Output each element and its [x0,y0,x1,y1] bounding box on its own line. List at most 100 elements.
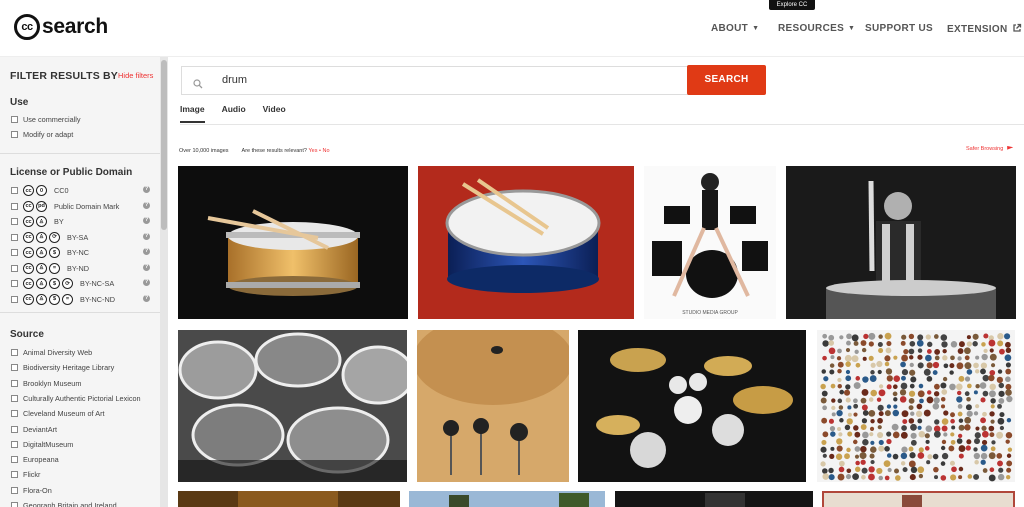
filter-license-public-domain-mark[interactable]: cc pd Public Domain Mark [11,200,120,212]
help-icon[interactable]: ? [143,217,150,224]
result-count: Over 10,000 images [179,148,229,154]
license-cc-icon: cc [23,216,34,227]
nav-extension[interactable]: EXTENSION [947,23,1022,36]
checkbox[interactable] [11,295,18,303]
search-button[interactable]: SEARCH [687,65,766,95]
filter-license-by-nd[interactable]: cc ♙ = BY-ND [11,262,90,274]
checkbox[interactable] [11,249,18,256]
stacked-drums-image [178,330,407,482]
filter-source-option[interactable]: Biodiversity Heritage Library [11,363,114,372]
checkbox[interactable] [11,131,18,138]
filter-license-cc0[interactable]: cc 0 CC0 [11,185,69,196]
nav-about[interactable]: ABOUT ▼ [711,23,759,34]
license-icons: cc 0 [23,185,49,196]
checkbox[interactable] [11,456,18,464]
relevance-yes-link[interactable]: Yes [309,148,318,154]
filter-source-option[interactable]: Geograph Britain and Ireland [11,501,117,507]
option-label: Flora-On [23,485,52,495]
safer-browsing-link[interactable]: Safer Browsing [966,146,1014,152]
help-icon[interactable]: ? [143,263,150,271]
tab-video[interactable]: Video [263,104,286,123]
option-label: BY [54,217,64,226]
filter-use-commercially[interactable]: Use commercially [11,115,81,124]
help-icon[interactable]: ? [143,279,150,286]
checkbox[interactable] [11,202,18,210]
result-image[interactable] [418,166,634,319]
filter-source-option[interactable]: DeviantArt [11,425,57,434]
checkbox[interactable] [11,425,18,433]
checkbox[interactable] [11,218,18,225]
option-label: Flickr [23,470,41,480]
result-image[interactable] [409,491,605,507]
checkbox[interactable] [11,471,18,479]
license-by-icon: ♙ [36,247,47,258]
filter-license-by-nc[interactable]: cc ♙ $ BY-NC [11,247,89,258]
option-label: BY-SA [67,232,89,242]
result-image[interactable] [615,491,813,507]
filter-source-option[interactable]: Europeana [11,455,59,464]
chevron-down-icon: ▼ [848,25,856,32]
filter-source-option[interactable]: Flickr [11,470,40,479]
result-image[interactable] [578,330,806,482]
license-icons: cc ♙ [23,216,49,227]
checkbox[interactable] [11,394,18,402]
filter-source-option[interactable]: Animal Diversity Web [11,348,92,357]
help-icon[interactable]: ? [143,248,150,255]
filter-source-option[interactable]: Culturally Authentic Pictorial Lexicon [11,394,141,403]
checkbox[interactable] [11,379,18,387]
checkbox[interactable] [11,502,18,507]
source-section-title: Source [10,329,44,340]
filter-license-by-nc-sa[interactable]: cc ♙ $ ⟳ BY-NC-SA [11,278,114,289]
filter-license-by-sa[interactable]: cc ♙ ⟳ BY-SA [11,231,89,243]
option-label: Use commercially [23,115,81,124]
nav-about-label: ABOUT [711,23,749,34]
license-nc-icon: $ [49,247,60,258]
help-icon[interactable]: ? [143,232,150,240]
cc-search-logo[interactable]: cc search [14,14,108,40]
result-image[interactable] [178,330,407,482]
help-icon[interactable]: ? [143,294,150,302]
filter-license-by[interactable]: cc ♙ BY [11,216,64,227]
filter-source-option[interactable]: Cleveland Museum of Art [11,409,105,418]
result-image[interactable] [786,166,1016,319]
nav-resources[interactable]: RESOURCES ▼ [778,23,855,34]
result-image[interactable]: STUDIO MEDIA GROUP [644,166,776,319]
result-image[interactable] [822,491,1015,507]
tab-image[interactable]: Image [180,104,205,123]
sidebar-scroll-thumb[interactable] [161,60,167,230]
filter-source-option[interactable]: Flora-On [11,486,52,495]
hide-filters-link[interactable]: Hide filters [118,71,153,80]
help-icon[interactable]: ? [143,186,150,193]
help-icon[interactable]: ? [143,201,150,209]
result-image[interactable] [178,491,400,507]
checkbox[interactable] [11,264,18,272]
license-by-icon: ♙ [36,231,47,243]
checkbox[interactable] [11,233,18,241]
relevance-no-link[interactable]: No [322,148,329,154]
checkbox[interactable] [11,410,18,418]
tab-audio[interactable]: Audio [222,104,246,123]
result-image[interactable] [417,330,569,482]
filter-modify-adapt[interactable]: Modify or adapt [11,130,73,139]
license-nd-icon: = [62,293,73,305]
option-label: Europeana [23,455,59,465]
checkbox[interactable] [11,349,18,356]
filter-license-by-nc-nd[interactable]: cc ♙ $ = BY-NC-ND [11,293,115,305]
nav-support-us[interactable]: SUPPORT US [865,23,933,34]
cc-logo-icon: cc [14,14,40,40]
checkbox[interactable] [11,364,18,372]
filter-source-option[interactable]: Brooklyn Museum [11,379,81,388]
search-input[interactable]: drum [181,66,689,95]
checkbox[interactable] [11,280,18,287]
checkbox[interactable] [11,486,18,494]
checkbox[interactable] [11,440,18,448]
license-section-title: License or Public Domain [10,167,133,178]
checkbox[interactable] [11,187,18,194]
option-label: Public Domain Mark [54,201,120,211]
filter-source-option[interactable]: DigitaltMuseum [11,440,73,449]
result-image[interactable] [817,330,1015,482]
option-label: Biodiversity Heritage Library [23,363,115,373]
checkbox[interactable] [11,116,18,123]
result-image[interactable] [178,166,408,319]
option-label: BY-ND [67,263,90,273]
